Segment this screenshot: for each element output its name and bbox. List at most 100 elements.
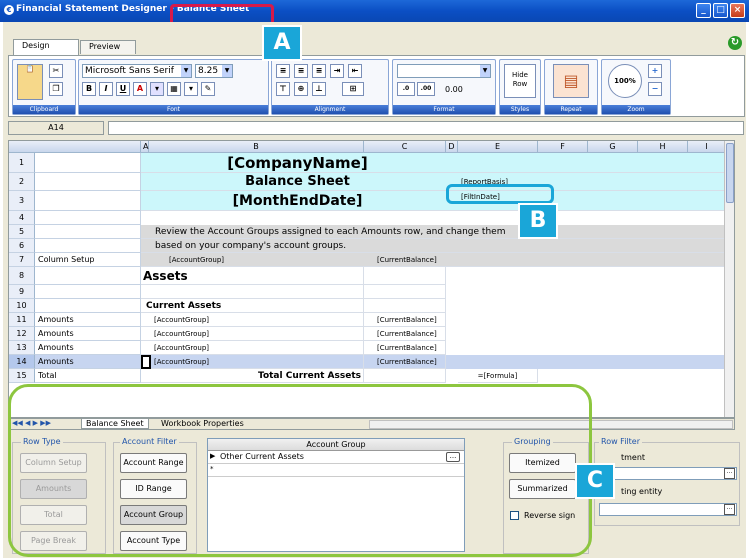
balance-cell[interactable]: [CurrentBalance] (364, 355, 446, 369)
selected-cell[interactable] (141, 355, 151, 369)
table-row[interactable]: 8 Assets (9, 267, 734, 285)
font-color-button[interactable]: A (133, 82, 147, 96)
row-type-cell[interactable] (35, 299, 141, 313)
table-row[interactable]: 5 Review the Account Groups assigned to … (9, 225, 734, 239)
row-type-cell[interactable] (35, 267, 141, 285)
month-end-date-cell[interactable]: [MonthEndDate] (149, 191, 446, 211)
row-type-cell[interactable] (35, 191, 141, 211)
col-header-c[interactable]: C (364, 141, 446, 153)
ellipsis-button[interactable]: ... (724, 504, 735, 515)
account-group-cell[interactable]: [AccountGroup] (141, 327, 364, 341)
table-row[interactable]: 15 Total Total Current Assets =[Formula] (9, 369, 734, 383)
reporting-entity-input[interactable]: ... (599, 503, 737, 516)
table-row[interactable]: 13 Amounts [AccountGroup] [CurrentBalanc… (9, 341, 734, 355)
decrease-decimal-icon[interactable]: .00 (417, 82, 435, 96)
instruction-cell[interactable]: Review the Account Groups assigned to ea… (141, 225, 726, 239)
fill-color-icon[interactable]: ▾ (150, 82, 164, 96)
company-name-cell[interactable]: [CompanyName] (149, 153, 446, 173)
row-type-cell[interactable]: Column Setup (35, 253, 141, 267)
table-row[interactable]: 6 based on your company's account groups… (9, 239, 734, 253)
row-type-cell[interactable] (35, 285, 141, 299)
row-type-cell[interactable] (35, 153, 141, 173)
col-header-g[interactable]: G (588, 141, 638, 153)
table-row[interactable]: 2 Balance Sheet [ReportBasis] (9, 173, 734, 191)
row-type-cell[interactable] (35, 239, 141, 253)
tab-design[interactable]: Design (13, 39, 79, 55)
account-group-cell[interactable]: [AccountGroup] (151, 355, 364, 369)
pen-icon[interactable]: ✎ (201, 82, 215, 96)
balance-cell[interactable]: [CurrentBalance] (377, 253, 457, 267)
row-type-cell[interactable]: Total (35, 369, 141, 383)
paste-icon[interactable]: 📋 (17, 64, 43, 100)
balance-cell[interactable]: [CurrentBalance] (364, 327, 446, 341)
format-select[interactable]: ▼ (397, 64, 491, 78)
spreadsheet-grid[interactable]: A B C D E F G H I 1 [CompanyName] 2 Bala… (8, 140, 735, 418)
col-header-a[interactable]: A (141, 141, 149, 153)
ellipsis-button[interactable]: ... (724, 468, 735, 479)
row-type-cell[interactable]: Amounts (35, 341, 141, 355)
account-group-cell[interactable]: [AccountGroup] (169, 253, 359, 267)
table-row[interactable]: 11 Amounts [AccountGroup] [CurrentBalanc… (9, 313, 734, 327)
table-row[interactable]: 9 (9, 285, 734, 299)
table-row[interactable]: 1 [CompanyName] (9, 153, 734, 173)
table-row[interactable]: 3 [MonthEndDate] [FiltInDate] (9, 191, 734, 211)
indent-icon[interactable]: ⇥ (330, 64, 344, 78)
bold-button[interactable]: B (82, 82, 96, 96)
account-group-cell[interactable]: [AccountGroup] (141, 341, 364, 355)
row-type-cell[interactable]: Amounts (35, 313, 141, 327)
row-type-cell[interactable]: Amounts (35, 355, 141, 369)
account-group-cell[interactable]: [AccountGroup] (141, 313, 364, 327)
balance-cell[interactable]: [CurrentBalance] (364, 341, 446, 355)
zoom-in-icon[interactable]: + (648, 64, 662, 78)
minimize-button[interactable]: _ (696, 3, 711, 18)
italic-button[interactable]: I (99, 82, 113, 96)
maximize-button[interactable]: □ (713, 3, 728, 18)
report-title-cell[interactable]: Balance Sheet (149, 173, 446, 191)
align-right-icon[interactable]: ≡ (312, 64, 326, 78)
department-input[interactable]: ... (599, 467, 737, 480)
hide-row-button[interactable]: Hide Row (504, 64, 536, 98)
highlight-icon[interactable]: ▾ (184, 82, 198, 96)
align-bottom-icon[interactable]: ⊥ (312, 82, 326, 96)
underline-button[interactable]: U (116, 82, 130, 96)
balance-cell[interactable]: [CurrentBalance] (364, 313, 446, 327)
row-type-cell[interactable]: Amounts (35, 327, 141, 341)
table-row[interactable]: 4 (9, 211, 734, 225)
align-left-icon[interactable]: ≡ (276, 64, 290, 78)
vertical-scrollbar[interactable] (724, 141, 734, 417)
refresh-icon[interactable]: ↻ (728, 36, 742, 50)
tab-preview[interactable]: Preview (80, 40, 136, 54)
outdent-icon[interactable]: ⇤ (348, 64, 362, 78)
col-header-e[interactable]: E (458, 141, 538, 153)
align-center-icon[interactable]: ≡ (294, 64, 308, 78)
table-row[interactable]: 12 Amounts [AccountGroup] [CurrentBalanc… (9, 327, 734, 341)
border-icon[interactable]: ▦ (167, 82, 181, 96)
col-header-i[interactable]: I (688, 141, 726, 153)
increase-decimal-icon[interactable]: .0 (397, 82, 415, 96)
table-row[interactable]: 10 Current Assets (9, 299, 734, 313)
subsection-heading-cell[interactable]: Current Assets (141, 299, 364, 313)
merge-icon[interactable]: ⊞ (342, 82, 364, 96)
formula-input[interactable] (108, 121, 744, 135)
font-size-select[interactable]: 8.25 ▼ (195, 64, 233, 78)
repeat-icon[interactable]: ▤ (553, 64, 589, 98)
col-header-d[interactable]: D (446, 141, 458, 153)
corner-header[interactable] (9, 141, 141, 153)
table-row-selected[interactable]: 14 Amounts [AccountGroup] [CurrentBalanc… (9, 355, 734, 369)
instruction-cell[interactable]: based on your company's account groups. (141, 239, 726, 253)
align-middle-icon[interactable]: ⊕ (294, 82, 308, 96)
formula-cell[interactable]: =[Formula] (458, 369, 538, 383)
cell-reference[interactable]: A14 (8, 121, 104, 135)
font-name-select[interactable]: Microsoft Sans Serif ▼ (82, 64, 192, 78)
row-type-cell[interactable] (35, 225, 141, 239)
total-label-cell[interactable]: Total Current Assets (141, 369, 364, 383)
col-header-b[interactable]: B (149, 141, 364, 153)
align-top-icon[interactable]: ⊤ (276, 82, 290, 96)
copy-icon[interactable]: ❐ (49, 82, 63, 96)
col-header-f[interactable]: F (538, 141, 588, 153)
close-button[interactable]: × (730, 3, 745, 18)
section-heading-cell[interactable]: Assets (141, 267, 364, 285)
cut-icon[interactable]: ✂ (49, 64, 63, 78)
scrollbar-thumb[interactable] (726, 143, 734, 203)
zoom-100-button[interactable]: 100% (608, 64, 642, 98)
